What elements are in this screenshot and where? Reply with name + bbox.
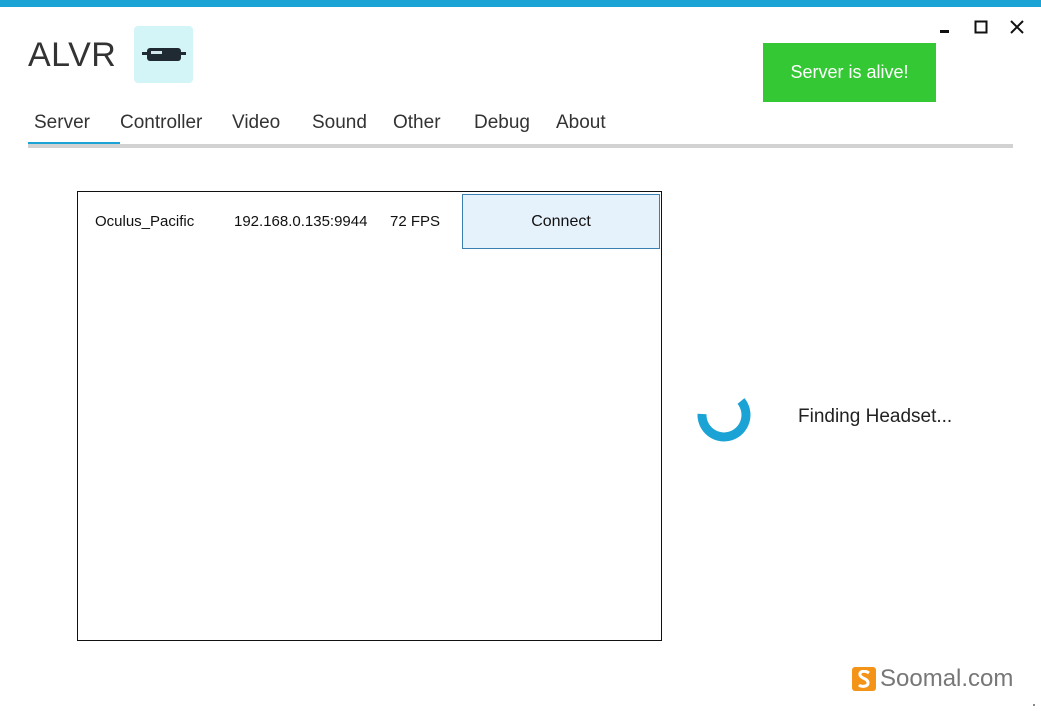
maximize-button[interactable] [963, 12, 999, 34]
loading-spinner-icon [697, 398, 751, 442]
tab-controller[interactable]: Controller [120, 108, 232, 142]
close-button[interactable] [999, 12, 1035, 34]
device-name: Oculus_Pacific [95, 213, 195, 230]
window-top-accent-bar [0, 0, 1041, 7]
tab-video[interactable]: Video [232, 108, 312, 142]
tab-server[interactable]: Server [28, 108, 120, 146]
minimize-button[interactable] [927, 12, 963, 34]
tab-other[interactable]: Other [393, 108, 474, 142]
app-title: ALVR [28, 36, 117, 74]
window-controls [927, 12, 1035, 34]
minimize-icon [940, 30, 949, 33]
tab-sound[interactable]: Sound [312, 108, 393, 142]
device-fps: 72 FPS [390, 213, 441, 230]
watermark: Soomal.com [852, 665, 1013, 693]
tabs-divider [28, 144, 1013, 148]
soomal-logo-icon [852, 667, 876, 691]
headset-logo-icon [134, 26, 193, 83]
server-status-badge: Server is alive! [763, 43, 936, 102]
finding-headset-status: Finding Headset... [798, 406, 953, 427]
watermark-text: Soomal.com [880, 665, 1014, 692]
main-tabs: Server Controller Video Sound Other Debu… [28, 108, 626, 148]
close-icon [1010, 20, 1024, 34]
list-item[interactable]: Oculus_Pacific 192.168.0.135:9944 72 FPS… [78, 192, 661, 252]
tab-about[interactable]: About [556, 108, 626, 142]
headset-list: Oculus_Pacific 192.168.0.135:9944 72 FPS… [77, 191, 662, 641]
connect-button[interactable]: Connect [462, 194, 660, 249]
tab-debug[interactable]: Debug [474, 108, 556, 142]
maximize-icon [974, 20, 988, 34]
device-address: 192.168.0.135:9944 [234, 213, 368, 230]
resize-grip[interactable] [1033, 704, 1035, 706]
